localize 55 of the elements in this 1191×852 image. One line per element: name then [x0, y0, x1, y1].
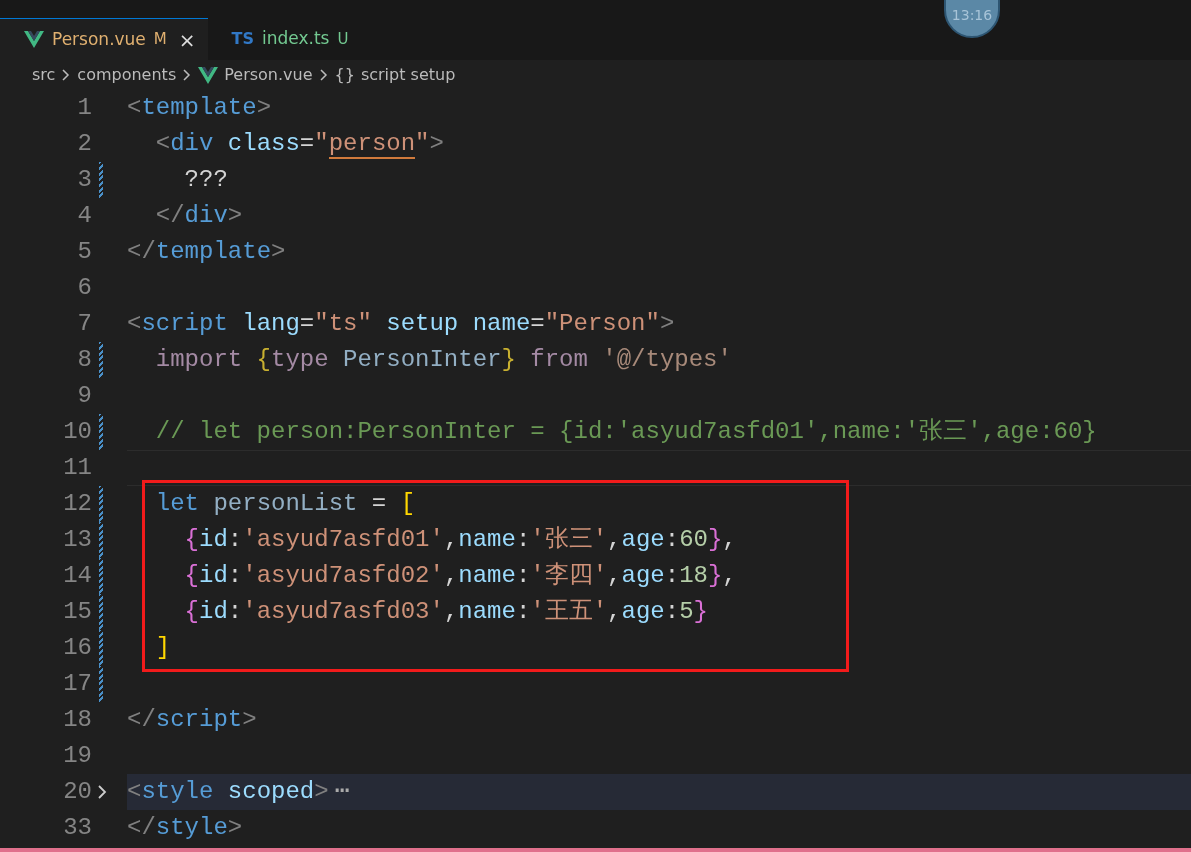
vue-icon: [24, 31, 44, 48]
line-number: 8: [76, 345, 92, 375]
line-number: 12: [62, 489, 92, 519]
code-line: ???: [183, 165, 228, 195]
file-status: U: [337, 28, 349, 50]
breadcrumb-item[interactable]: components: [77, 63, 177, 87]
code-line: import {type PersonInter} from '@/types': [154, 345, 732, 375]
line-number: 33: [62, 813, 92, 843]
code-line: </script>: [127, 705, 257, 735]
vue-icon: [198, 66, 219, 84]
line-number: 18: [62, 705, 92, 735]
line-number: 17: [62, 669, 92, 699]
breadcrumb-item[interactable]: Person.vue: [224, 63, 313, 87]
line-number: 13: [62, 525, 92, 555]
chevron-icon: [182, 69, 193, 81]
line-number: 3: [76, 165, 92, 195]
code-line: <script lang="ts" setup name="Person">: [127, 309, 675, 339]
close-icon[interactable]: ×: [178, 29, 196, 50]
chevron-icon: [318, 69, 329, 81]
line-number: 9: [76, 381, 92, 411]
line-number: 20: [62, 777, 92, 807]
code-line: </template>: [127, 237, 286, 267]
line-number: 4: [76, 201, 92, 231]
code-line: </style>: [127, 813, 243, 843]
breadcrumb-item[interactable]: src: [32, 63, 56, 87]
line-number: 15: [62, 597, 92, 627]
line-number: 1: [76, 93, 92, 123]
breadcrumb-item[interactable]: script setup: [360, 63, 456, 87]
tab-label: index.ts: [262, 27, 330, 51]
symbol-icon: {}: [334, 63, 355, 87]
tab-label: Person.vue: [52, 27, 146, 51]
line-number: 11: [62, 453, 92, 483]
code-line: <template>: [127, 93, 272, 123]
line-number: 7: [76, 309, 92, 339]
code-line: let personList = [: [154, 489, 416, 519]
line-number: 19: [62, 741, 92, 771]
code-line: ]: [154, 633, 171, 663]
fold-ellipsis[interactable]: ⋯: [334, 778, 350, 805]
typescript-icon: TS: [231, 27, 254, 51]
code-line: {id:'asyud7asfd03',name:'王五',age:5}: [183, 597, 708, 627]
code-line: {id:'asyud7asfd01',name:'张三',age:60},: [183, 525, 737, 555]
line-number: 2: [76, 129, 92, 159]
code-line: {id:'asyud7asfd02',name:'李四',age:18},: [183, 561, 737, 591]
file-status: M: [153, 29, 167, 51]
code-line: <div class="person">: [154, 129, 444, 161]
code-line: // let person:PersonInter = {id:'asyud7asfd01',name:'张三',age:60}: [154, 417, 1097, 447]
line-number: 10: [62, 417, 92, 447]
line-number: 16: [62, 633, 92, 663]
line-number: 6: [76, 273, 92, 303]
editor-tab[interactable]: Person.vue M ×: [0, 18, 208, 60]
line-number: 14: [62, 561, 92, 591]
code-line: </div>: [154, 201, 243, 231]
expand-chevron-icon[interactable]: [96, 784, 108, 800]
line-number: 5: [76, 237, 92, 267]
chevron-icon: [61, 69, 72, 81]
